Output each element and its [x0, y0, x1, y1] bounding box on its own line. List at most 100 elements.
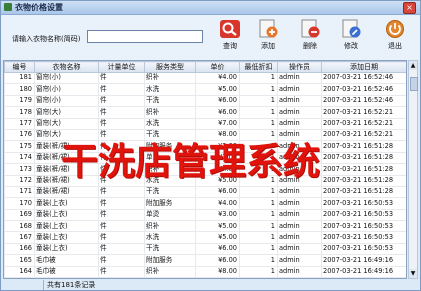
cell-discount: 1 [239, 185, 278, 199]
table-row[interactable]: 170 童装(上衣) 件附加服务 ¥4.00 1 admin 2007-03-21 16:5… [4, 197, 406, 210]
app-icon [4, 3, 12, 11]
overlay-title: 干洗店管理系统 [61, 140, 320, 183]
cell-discount: 1 [239, 277, 278, 278]
cell-operator: admin [277, 220, 322, 233]
column-header-name[interactable]: 衣物名称 [34, 61, 99, 73]
cell-service: 织补 [144, 71, 196, 85]
search-button[interactable]: 查询 [213, 19, 247, 57]
table-row[interactable]: 169 童装(上衣) 件单烫 ¥3.00 1 admin 2007-03-21 16:50:… [4, 208, 406, 222]
cell-price: ¥6.00 [195, 106, 240, 119]
vertical-scrollbar[interactable]: ▲ ▼ [408, 60, 418, 279]
cell-discount: 1 [239, 83, 278, 96]
scroll-up-arrow[interactable]: ▲ [409, 61, 417, 70]
cell-date: 2007-03-21 16:49:16 [321, 254, 406, 267]
delete-icon [301, 19, 320, 38]
cell-unit: 件 [98, 231, 145, 244]
cell-name: 窗帘(小) [34, 71, 99, 85]
cell-price: ¥6.00 [195, 94, 240, 108]
table-row[interactable]: 166 童装(上衣) 件干洗 ¥6.00 1 admin 2007-03-21 16:50:… [4, 242, 406, 256]
cell-discount: 1 [239, 106, 278, 119]
cell-price: ¥6.00 [195, 185, 240, 199]
exit-button[interactable]: 退出 [378, 19, 412, 57]
cell-operator: admin [277, 197, 322, 210]
cell-name: 童装(裤/裙) [34, 185, 99, 199]
delete-button-label: 删除 [303, 42, 317, 50]
table-row[interactable]: 167 童装(上衣) 件水洗 ¥5.00 1 admin 2007-03-21 16:50:… [4, 231, 406, 244]
cell-unit: 件 [98, 277, 145, 278]
cell-discount: 1 [239, 254, 278, 267]
table-row[interactable]: 165 毛巾被件附加服务 ¥6.00 1 admin 2007-03-21 16:49:1… [4, 254, 406, 267]
cell-service: 水洗 [144, 277, 196, 278]
cell-service: 织补 [144, 220, 196, 233]
column-header-discount[interactable]: 最低折扣 [239, 61, 278, 73]
cell-id: 172 [4, 174, 35, 187]
column-header-operator[interactable]: 操作员 [277, 61, 322, 73]
cell-date: 2007-03-21 16:52:21 [321, 106, 406, 119]
window-title: 衣物价格设置 [15, 3, 63, 12]
cell-date: 2007-03-21 16:50:53 [321, 208, 406, 222]
cell-price: ¥5.00 [195, 231, 240, 244]
table-row[interactable]: 168 童装(上衣) 件织补 ¥5.00 1 admin 2007-03-21 16:50:… [4, 220, 406, 233]
table-row[interactable]: 179 窗帘(小) 件干洗 ¥6.00 1 admin 2007-03-21 16:52:4… [4, 94, 406, 108]
scroll-thumb[interactable] [410, 77, 418, 91]
cell-name: 童装(上衣) [34, 208, 99, 222]
cell-price: ¥5.00 [195, 83, 240, 96]
cell-id: 165 [4, 254, 35, 267]
table-header-row: 编号 衣物名称 计量单位 服务类型 单价 最低折扣 操作员 添加日期 [4, 61, 406, 73]
search-button-label: 查询 [223, 42, 237, 50]
delete-button[interactable]: 删除 [293, 19, 327, 57]
column-header-service[interactable]: 服务类型 [144, 61, 196, 73]
table-row[interactable]: 164 毛巾被件织补 ¥8.00 1 admin 2007-03-21 16:49:16 [4, 265, 406, 278]
cell-date: 2007-03-21 16:50:53 [321, 220, 406, 233]
close-button[interactable]: × [403, 2, 416, 14]
table-row[interactable]: 171 童装(裤/裙) 件干洗 ¥6.00 1 admin 2007-03-21 16:51… [4, 185, 406, 199]
cell-operator: admin [277, 185, 322, 199]
cell-unit: 件 [98, 106, 145, 119]
cell-name: 窗帘(大) [34, 106, 99, 119]
cell-date: 2007-03-21 16:51:28 [321, 163, 406, 176]
title-bar: 衣物价格设置 × [1, 1, 420, 15]
add-button[interactable]: 添加 [251, 19, 285, 57]
search-input[interactable] [87, 30, 203, 43]
table-row[interactable]: 178 窗帘(大) 件织补 ¥6.00 1 admin 2007-03-21 16:52:2… [4, 106, 406, 119]
cell-unit: 件 [98, 242, 145, 256]
record-count: 共有181条记录 [47, 281, 96, 289]
table-row[interactable]: 180 窗帘(小) 件水洗 ¥5.00 1 admin 2007-03-21 16:52:4… [4, 83, 406, 96]
cell-unit: 件 [98, 94, 145, 108]
cell-price: ¥10.00 [195, 277, 240, 278]
cell-id: 171 [4, 185, 35, 199]
scroll-down-arrow[interactable]: ▼ [409, 269, 417, 278]
cell-id: 175 [4, 140, 35, 153]
column-header-unit[interactable]: 计量单位 [98, 61, 145, 73]
cell-name: 窗帘(小) [34, 83, 99, 96]
cell-operator: admin [277, 277, 322, 278]
cell-date: 2007-03-21 16:52:21 [321, 117, 406, 130]
edit-button[interactable]: 修改 [334, 19, 368, 57]
cell-name: 童装(上衣) [34, 197, 99, 210]
cell-service: 织补 [144, 265, 196, 278]
cell-price: ¥4.00 [195, 71, 240, 85]
cell-discount: 1 [239, 117, 278, 130]
cell-discount: 1 [239, 220, 278, 233]
table-row[interactable]: 177 窗帘(大) 件水洗 ¥7.00 1 admin 2007-03-21 16:52:2… [4, 117, 406, 130]
column-header-price[interactable]: 单价 [195, 61, 240, 73]
cell-id: 164 [4, 265, 35, 278]
cell-name: 毛巾被 [34, 254, 99, 267]
status-panel [3, 280, 44, 290]
column-header-date[interactable]: 添加日期 [321, 61, 406, 73]
column-header-id[interactable]: 编号 [4, 61, 35, 73]
cell-service: 水洗 [144, 231, 196, 244]
cell-name: 毛巾被 [34, 277, 99, 278]
cell-id: 168 [4, 220, 35, 233]
cell-operator: admin [277, 242, 322, 256]
cell-price: ¥8.00 [195, 265, 240, 278]
cell-unit: 件 [98, 197, 145, 210]
cell-service: 附加服务 [144, 254, 196, 267]
cell-id: 169 [4, 208, 35, 222]
table-row[interactable]: 181 窗帘(小) 件织补 ¥4.00 1 admin 2007-03-21 16:52:4… [4, 71, 406, 85]
table-row[interactable]: 163毛巾被件水洗¥10.001admin2007-03-21 16:49:16 [4, 277, 406, 278]
cell-service: 水洗 [144, 117, 196, 130]
cell-unit: 件 [98, 185, 145, 199]
cell-id: 177 [4, 117, 35, 130]
cell-date: 2007-03-21 16:52:46 [321, 83, 406, 96]
